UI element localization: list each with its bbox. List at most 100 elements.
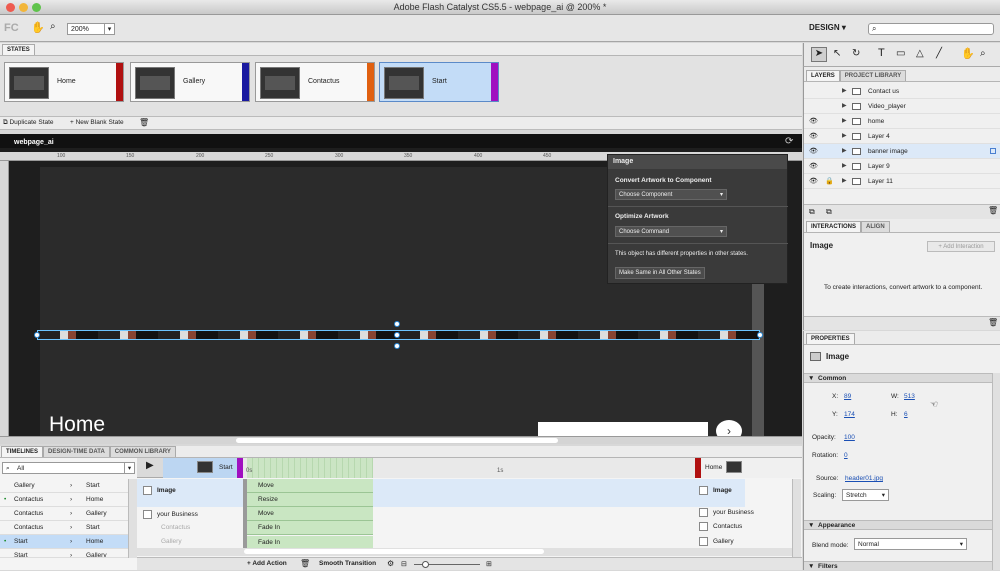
eye-icon[interactable]: 👁 (809, 129, 818, 144)
add-action-button[interactable]: + Add Action (247, 560, 287, 567)
workspace-menu[interactable]: DESIGN ▾ (809, 23, 846, 32)
transition-row[interactable]: • Contactus › Home (0, 493, 137, 507)
tab-interactions[interactable]: INTERACTIONS (806, 221, 861, 232)
expand-icon[interactable]: ▶ (842, 174, 847, 189)
layer-row[interactable]: 👁 🔒 ▶ Layer 11 (804, 174, 1000, 189)
scaling-select[interactable]: Stretch ▾ (842, 489, 889, 501)
add-interaction-button[interactable]: + Add Interaction (927, 241, 995, 252)
timeline-scrollbar[interactable] (792, 479, 801, 558)
filters-section-header[interactable]: ▼ Filters (804, 561, 992, 570)
resize-handle[interactable] (394, 332, 400, 338)
play-icon[interactable]: ▶ (146, 460, 154, 471)
transition-filter-select[interactable]: ⌕ All ▾ (2, 462, 135, 474)
trash-icon[interactable]: 🗑 (139, 118, 149, 127)
common-section-header[interactable]: ▼ Common (804, 373, 992, 383)
action-move[interactable]: Move (247, 479, 373, 493)
search-input[interactable]: ⌕ (868, 23, 994, 35)
expand-icon[interactable]: ▶ (842, 114, 847, 129)
canvas-horizontal-scrollbar[interactable] (0, 436, 802, 444)
layer-row[interactable]: 👁 ▶ Layer 4 (804, 129, 1000, 144)
resize-handle[interactable] (34, 332, 40, 338)
resize-handle[interactable] (394, 321, 400, 327)
opacity-value[interactable]: 100 (844, 434, 855, 441)
layer-row-selected[interactable]: 👁 ▶ banner image (804, 144, 1000, 159)
expand-icon[interactable]: ▶ (842, 159, 847, 174)
trash-icon[interactable]: 🗑 (988, 206, 998, 215)
eye-icon[interactable]: 👁 (809, 144, 818, 159)
tab-common-library[interactable]: COMMON LIBRARY (109, 446, 176, 457)
blend-mode-select[interactable]: Normal ▾ (854, 538, 967, 550)
zoom-in-icon[interactable]: ⊞ (486, 560, 492, 568)
hand-tool-icon[interactable]: ✋ (31, 21, 45, 34)
select-tool-icon[interactable]: ➤ (811, 47, 827, 62)
direct-select-tool-icon[interactable]: ↖ (833, 48, 841, 59)
eye-icon[interactable]: 👁 (809, 159, 818, 174)
make-same-button[interactable]: Make Same in All Other States (615, 267, 705, 279)
rectangle-tool-icon[interactable]: ▭ (896, 48, 905, 59)
zoom-select[interactable]: 200% ▾ (67, 23, 115, 35)
duplicate-state-button[interactable]: ⧉ Duplicate State (3, 119, 54, 127)
scrollbar-thumb[interactable] (244, 549, 544, 554)
state-card-home[interactable]: Home (4, 62, 124, 102)
new-blank-state-button[interactable]: + New Blank State (70, 119, 124, 126)
tab-states[interactable]: STATES (2, 44, 35, 55)
trash-icon[interactable]: 🗑 (300, 559, 310, 568)
transition-row[interactable]: Contactus › Start (0, 521, 137, 535)
action-resize[interactable]: Resize (247, 493, 373, 507)
eye-icon[interactable]: 👁 (809, 114, 818, 129)
resize-handle[interactable] (757, 332, 763, 338)
zoom-tool-icon[interactable]: ⌕ (50, 21, 56, 32)
document-tab[interactable]: webpage_ai (14, 139, 54, 146)
state-card-start[interactable]: Start (379, 62, 499, 102)
expand-icon[interactable]: ▶ (842, 129, 847, 144)
choose-component-dropdown[interactable]: Choose Component (615, 189, 727, 200)
choose-command-dropdown[interactable]: Choose Command (615, 226, 727, 237)
x-value[interactable]: 89 (844, 393, 851, 400)
scrollbar-thumb[interactable] (236, 438, 558, 443)
timeline-object[interactable]: your Business (143, 508, 198, 522)
new-layer-icon[interactable]: ⧉ (809, 207, 815, 217)
expand-icon[interactable]: ▶ (842, 84, 847, 99)
trash-icon[interactable]: 🗑 (988, 318, 998, 327)
tab-project-library[interactable]: PROJECT LIBRARY (839, 70, 907, 81)
resize-handle[interactable] (394, 343, 400, 349)
settings-icon[interactable]: ⚙ (387, 559, 394, 568)
source-value[interactable]: header01.jpg (845, 475, 883, 482)
transition-row[interactable]: Gallery › Start (0, 479, 137, 493)
zoom-tool-icon[interactable]: ⌕ (980, 48, 986, 59)
line-tool-icon[interactable]: ╱ (936, 48, 942, 59)
new-sublayer-icon[interactable]: ⧉ (826, 207, 832, 217)
text-tool-icon[interactable]: T (878, 47, 885, 59)
action-fade-in[interactable]: Fade In (247, 521, 373, 535)
smooth-transition-button[interactable]: Smooth Transition (319, 560, 376, 567)
action-move[interactable]: Move (247, 507, 373, 521)
tab-properties[interactable]: PROPERTIES (806, 333, 855, 344)
properties-scrollbar[interactable] (992, 373, 1000, 570)
zoom-out-icon[interactable]: ⊟ (401, 560, 407, 568)
rotation-value[interactable]: 0 (844, 452, 848, 459)
transition-row-selected[interactable]: • Start › Home (0, 535, 137, 549)
lock-icon[interactable]: 🔒 (825, 174, 834, 189)
rotate-tool-icon[interactable]: ↻ (852, 48, 860, 59)
y-value[interactable]: 174 (844, 411, 855, 418)
state-card-gallery[interactable]: Gallery (130, 62, 250, 102)
transition-row[interactable]: Start › Gallery (0, 549, 137, 558)
transition-row[interactable]: Contactus › Gallery (0, 507, 137, 521)
expand-icon[interactable]: ▶ (842, 144, 847, 159)
refresh-icon[interactable]: ⟳ (785, 136, 793, 147)
tab-layers[interactable]: LAYERS (806, 70, 840, 81)
expand-icon[interactable]: ▶ (842, 99, 847, 114)
hand-tool-icon[interactable]: ✋ (961, 47, 975, 60)
tab-align[interactable]: ALIGN (861, 221, 890, 232)
h-value[interactable]: 6 (904, 411, 908, 418)
timeline-object[interactable]: Image (143, 484, 176, 498)
tab-timelines[interactable]: TIMELINES (1, 446, 44, 457)
playhead[interactable] (243, 479, 247, 549)
layer-row[interactable]: ▶ Video_player (804, 99, 1000, 114)
eye-icon[interactable]: 👁 (809, 174, 818, 189)
state-card-contactus[interactable]: Contactus (255, 62, 375, 102)
layer-row[interactable]: ▶ Contact us (804, 84, 1000, 99)
w-value[interactable]: 513 (904, 393, 915, 400)
layer-row[interactable]: 👁 ▶ Layer 9 (804, 159, 1000, 174)
timeline-horizontal-scrollbar[interactable] (137, 548, 792, 556)
